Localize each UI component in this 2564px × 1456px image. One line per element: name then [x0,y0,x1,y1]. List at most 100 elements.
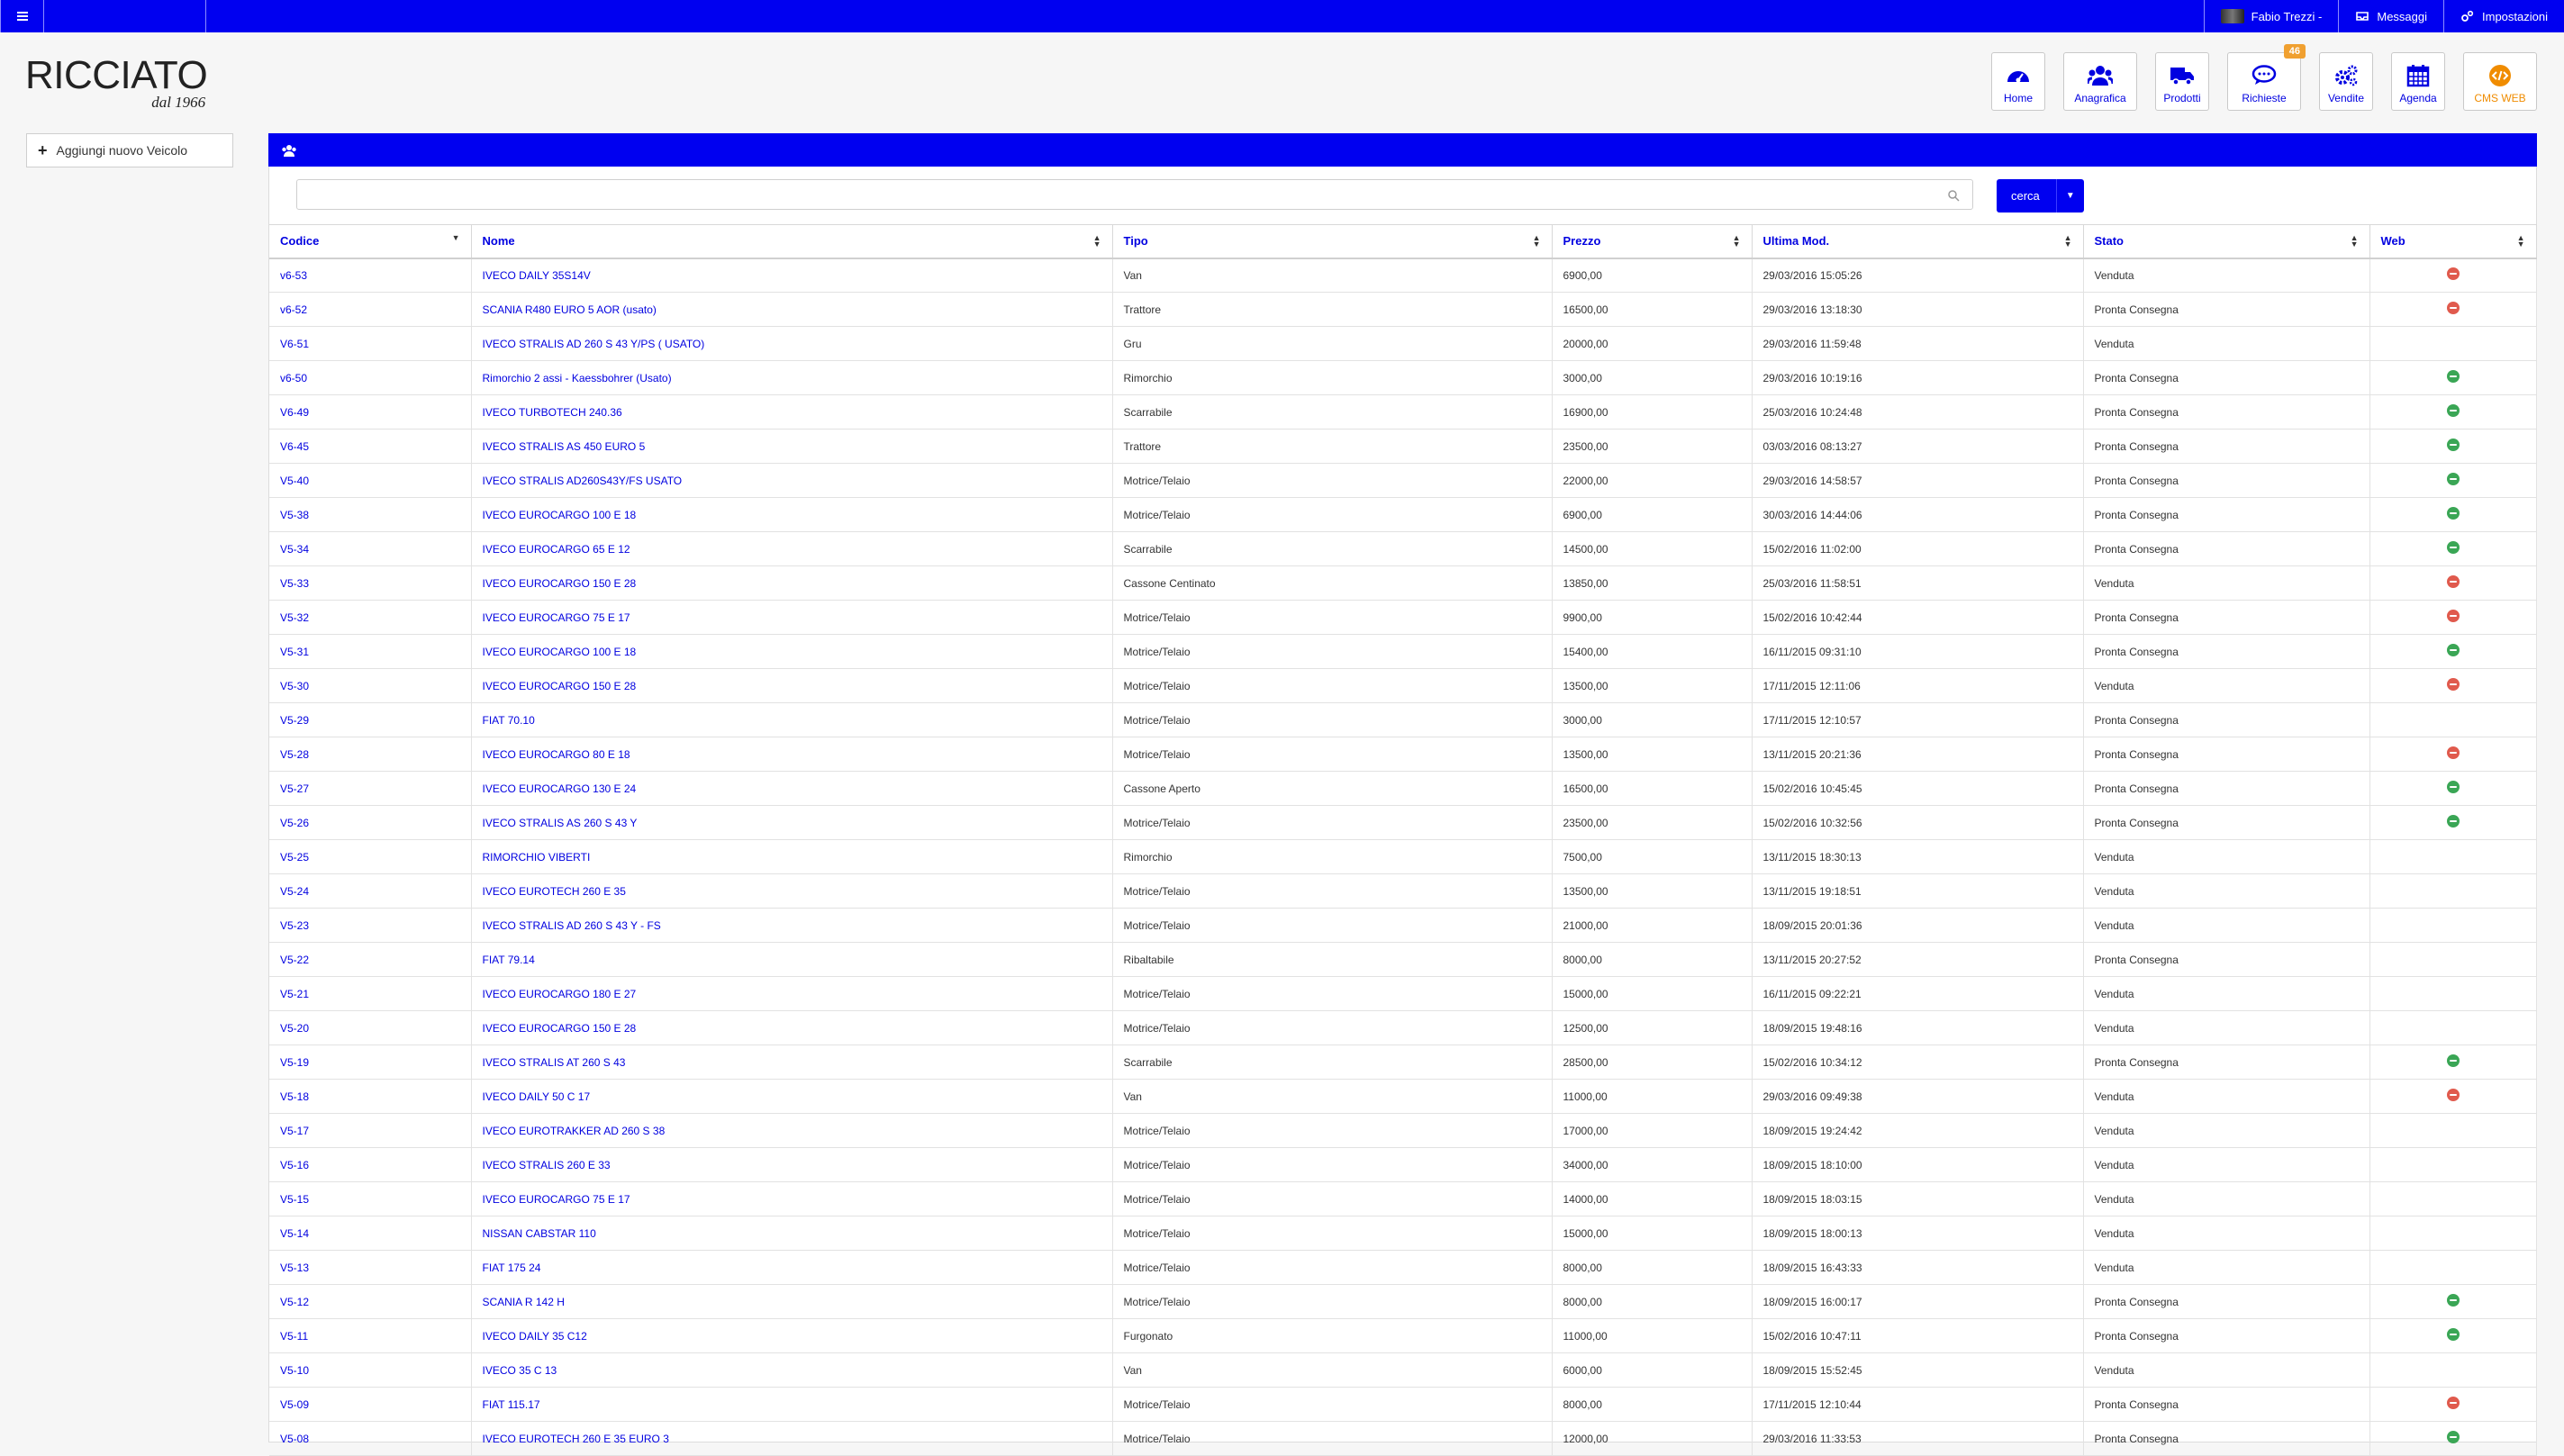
cell-codice[interactable]: V5-20 [269,1010,472,1045]
table-row[interactable]: V5-31 IVECO EUROCARGO 100 E 18 Motrice/Tel… [269,634,2537,669]
web-published-icon[interactable] [2446,815,2460,827]
web-published-icon[interactable] [2446,473,2460,485]
cell-codice[interactable]: V5-31 [269,634,472,669]
table-row[interactable]: v6-50 Rimorchio 2 assi - Kaessbohrer (Usa… [269,360,2537,395]
table-row[interactable]: V5-12 SCANIA R 142 H Motrice/Telaio 8000,00… [269,1284,2537,1319]
cell-nome[interactable]: IVECO STRALIS AS 260 S 43 Y [471,805,1113,840]
cell-codice[interactable]: V5-22 [269,942,472,977]
cell-codice[interactable]: v6-53 [269,258,472,293]
cell-nome[interactable]: IVECO STRALIS 260 E 33 [471,1147,1113,1182]
cell-nome[interactable]: IVECO STRALIS AT 260 S 43 [471,1045,1113,1080]
web-unpublished-icon[interactable] [2446,267,2460,281]
table-row[interactable]: V5-22 FIAT 79.14 Ribaltabile 8000,00 13/11/2… [269,942,2537,977]
cell-codice[interactable]: V5-12 [269,1284,472,1319]
cell-codice[interactable]: v6-50 [269,360,472,395]
cell-nome[interactable]: NISSAN CABSTAR 110 [471,1216,1113,1251]
cell-codice[interactable]: V5-09 [269,1387,472,1422]
table-row[interactable]: V5-33 IVECO EUROCARGO 150 E 28 Cassone Cen… [269,565,2537,601]
cell-nome[interactable]: SCANIA R 142 H [471,1284,1113,1319]
col-header-prezzo[interactable]: Prezzo ▲ ▼ [1552,224,1753,259]
web-published-icon[interactable] [2446,1431,2460,1443]
table-row[interactable]: v6-53 IVECO DAILY 35S14V Van 6900,00 29/03/2… [269,258,2537,293]
web-unpublished-icon[interactable] [2446,575,2460,588]
cell-nome[interactable]: SCANIA R480 EURO 5 AOR (usato) [471,292,1113,327]
table-row[interactable]: V5-18 IVECO DAILY 50 C 17 Van 11000,00 29/03… [269,1079,2537,1114]
table-row[interactable]: V5-15 IVECO EUROCARGO 75 E 17 Motrice/Tela… [269,1181,2537,1216]
cell-codice[interactable]: V5-23 [269,908,472,943]
table-row[interactable]: V5-10 IVECO 35 C 13 Van 6000,00 18/09/2015 1… [269,1352,2537,1388]
web-unpublished-icon[interactable] [2446,1397,2460,1409]
web-published-icon[interactable] [2446,370,2460,383]
cell-codice[interactable]: v6-52 [269,292,472,327]
table-row[interactable]: V5-21 IVECO EUROCARGO 180 E 27 Motrice/Tel… [269,976,2537,1011]
cell-codice[interactable]: V5-24 [269,873,472,909]
cell-nome[interactable]: FIAT 79.14 [471,942,1113,977]
cell-codice[interactable]: V5-30 [269,668,472,703]
cell-nome[interactable]: IVECO EUROCARGO 130 E 24 [471,771,1113,806]
search-button[interactable]: cerca [1997,179,2057,213]
table-row[interactable]: V5-13 FIAT 175 24 Motrice/Telaio 8000,00 18/… [269,1250,2537,1285]
user-menu[interactable]: Fabio Trezzi - [2203,0,2339,32]
col-header-web[interactable]: Web ▲ ▼ [2369,224,2537,259]
cell-codice[interactable]: V5-08 [269,1421,472,1456]
cell-codice[interactable]: V6-49 [269,394,472,430]
table-row[interactable]: V5-08 IVECO EUROTECH 260 E 35 EURO 3 Motri… [269,1421,2537,1456]
cell-codice[interactable]: V5-16 [269,1147,472,1182]
web-published-icon[interactable] [2446,644,2460,656]
cell-codice[interactable]: V5-11 [269,1318,472,1353]
brand-logo[interactable]: RICCIATO dal 1966 [25,56,208,112]
web-published-icon[interactable] [2446,781,2460,793]
cell-codice[interactable]: V5-38 [269,497,472,532]
table-row[interactable]: V5-40 IVECO STRALIS AD260S43Y/FS USATO Mot… [269,463,2537,498]
cell-codice[interactable]: V5-17 [269,1113,472,1148]
cell-nome[interactable]: IVECO EUROCARGO 80 E 18 [471,737,1113,772]
search-options-dropdown[interactable]: ▼ [2057,179,2084,213]
cell-nome[interactable]: IVECO EUROCARGO 75 E 17 [471,600,1113,635]
nav-richieste[interactable]: 46 Richieste [2227,44,2306,111]
cell-nome[interactable]: IVECO EUROTECH 260 E 35 EURO 3 [471,1421,1113,1456]
cell-codice[interactable]: V5-27 [269,771,472,806]
table-row[interactable]: V5-29 FIAT 70.10 Motrice/Telaio 3000,00 17/1… [269,702,2537,737]
table-row[interactable]: V5-28 IVECO EUROCARGO 80 E 18 Motrice/Tela… [269,737,2537,772]
col-header-codice[interactable]: Codice ▼ [269,224,472,259]
cell-codice[interactable]: V5-28 [269,737,472,772]
cell-nome[interactable]: FIAT 115.17 [471,1387,1113,1422]
cell-nome[interactable]: IVECO DAILY 35 C12 [471,1318,1113,1353]
cell-nome[interactable]: IVECO EUROTRAKKER AD 260 S 38 [471,1113,1113,1148]
cell-nome[interactable]: IVECO EUROTECH 260 E 35 [471,873,1113,909]
menu-toggle-button[interactable] [0,0,44,32]
nav-agenda[interactable]: Agenda [2391,52,2445,111]
nav-home[interactable]: Home [1991,52,2045,111]
table-row[interactable]: V5-32 IVECO EUROCARGO 75 E 17 Motrice/Tela… [269,600,2537,635]
cell-nome[interactable]: IVECO STRALIS AD260S43Y/FS USATO [471,463,1113,498]
table-row[interactable]: V5-19 IVECO STRALIS AT 260 S 43 Scarrabile… [269,1045,2537,1080]
table-row[interactable]: V5-38 IVECO EUROCARGO 100 E 18 Motrice/Tel… [269,497,2537,532]
cell-codice[interactable]: V6-51 [269,326,472,361]
table-row[interactable]: V5-23 IVECO STRALIS AD 260 S 43 Y - FS Mot… [269,908,2537,943]
nav-prodotti[interactable]: Prodotti [2155,52,2209,111]
cell-codice[interactable]: V5-34 [269,531,472,566]
web-published-icon[interactable] [2446,541,2460,554]
table-row[interactable]: V5-24 IVECO EUROTECH 260 E 35 Motrice/Tela… [269,873,2537,909]
table-row[interactable]: V5-17 IVECO EUROTRAKKER AD 260 S 38 Motric… [269,1113,2537,1148]
cell-nome[interactable]: IVECO EUROCARGO 100 E 18 [471,497,1113,532]
web-unpublished-icon[interactable] [2446,1089,2460,1101]
web-published-icon[interactable] [2446,1294,2460,1307]
table-row[interactable]: V5-30 IVECO EUROCARGO 150 E 28 Motrice/Tel… [269,668,2537,703]
cell-nome[interactable]: IVECO EUROCARGO 65 E 12 [471,531,1113,566]
table-row[interactable]: V6-49 IVECO TURBOTECH 240.36 Scarrabile 169… [269,394,2537,430]
cell-codice[interactable]: V5-40 [269,463,472,498]
messages-link[interactable]: Messaggi [2338,0,2443,32]
cell-codice[interactable]: V5-15 [269,1181,472,1216]
cell-nome[interactable]: IVECO STRALIS AS 450 EURO 5 [471,429,1113,464]
cell-codice[interactable]: V5-19 [269,1045,472,1080]
web-published-icon[interactable] [2446,439,2460,451]
cell-nome[interactable]: IVECO STRALIS AD 260 S 43 Y/PS ( USATO) [471,326,1113,361]
nav-vendite[interactable]: Vendite [2319,52,2373,111]
cell-nome[interactable]: FIAT 175 24 [471,1250,1113,1285]
cell-nome[interactable]: IVECO EUROCARGO 100 E 18 [471,634,1113,669]
col-header-tipo[interactable]: Tipo ▲ ▼ [1112,224,1553,259]
table-row[interactable]: V5-09 FIAT 115.17 Motrice/Telaio 8000,00 17/… [269,1387,2537,1422]
web-published-icon[interactable] [2446,1328,2460,1341]
col-header-ultima-mod[interactable]: Ultima Mod. ▲ ▼ [1752,224,2084,259]
